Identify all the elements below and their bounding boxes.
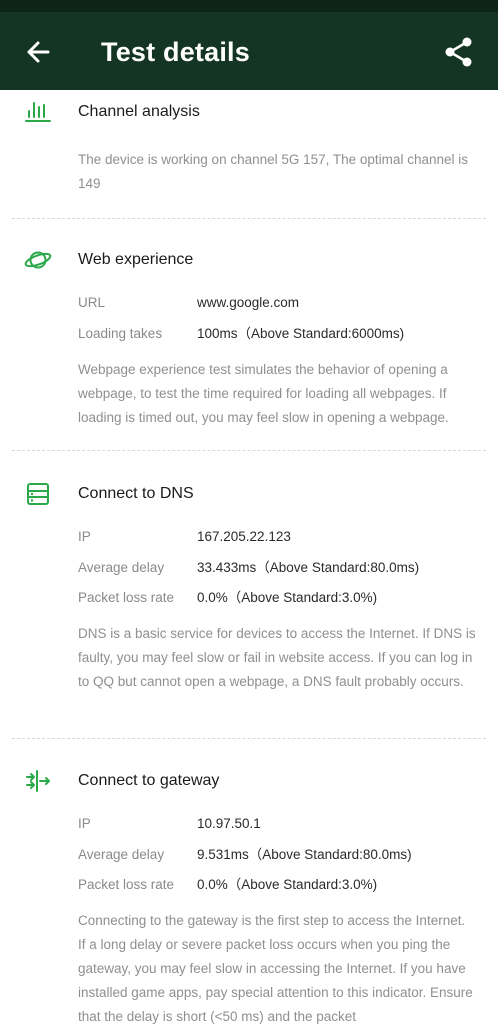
section-title: Web experience bbox=[78, 251, 194, 268]
page-title: Test details bbox=[101, 37, 250, 67]
info-value: 167.205.22.123 bbox=[197, 529, 291, 544]
info-value: 0.0%（Above Standard:3.0%) bbox=[197, 877, 378, 892]
info-value: 9.531ms（Above Standard:80.0ms) bbox=[197, 847, 412, 862]
bar-chart-icon bbox=[24, 100, 52, 124]
section-header-connect-to-gateway: Connect to gateway bbox=[0, 763, 498, 799]
info-label: Average delay bbox=[78, 560, 165, 575]
section-description: Connecting to the gateway is the first s… bbox=[78, 913, 473, 1024]
section-description: DNS is a basic service for devices to ac… bbox=[78, 626, 476, 689]
info-value: 0.0%（Above Standard:3.0%) bbox=[197, 590, 378, 605]
info-label: IP bbox=[78, 816, 91, 831]
info-value: 33.433ms（Above Standard:80.0ms) bbox=[197, 560, 420, 575]
info-label: Average delay bbox=[78, 847, 165, 862]
info-label: Loading takes bbox=[78, 326, 163, 341]
info-value: www.google.com bbox=[197, 295, 300, 310]
info-value: 10.97.50.1 bbox=[197, 816, 261, 831]
share-icon[interactable] bbox=[440, 34, 476, 70]
back-arrow-icon[interactable] bbox=[22, 34, 58, 70]
divider bbox=[12, 218, 486, 219]
info-label: Packet loss rate bbox=[78, 877, 175, 892]
section-title: Channel analysis bbox=[78, 103, 200, 120]
app-bar: Test details bbox=[0, 12, 498, 90]
info-label: Packet loss rate bbox=[78, 590, 175, 605]
section-header-connect-to-dns: Connect to DNS bbox=[0, 476, 498, 512]
status-bar bbox=[0, 0, 498, 12]
section-title: Connect to gateway bbox=[78, 772, 220, 789]
section-description: The device is working on channel 5G 157,… bbox=[78, 152, 468, 191]
divider bbox=[12, 738, 486, 739]
info-value: 100ms（Above Standard:6000ms) bbox=[197, 326, 405, 341]
section-header-channel-analysis: Channel analysis bbox=[0, 94, 498, 130]
section-title: Connect to DNS bbox=[78, 485, 194, 502]
info-label: URL bbox=[78, 295, 106, 310]
section-description: Webpage experience test simulates the be… bbox=[78, 362, 449, 425]
section-header-web-experience: Web experience bbox=[0, 242, 498, 278]
info-label: IP bbox=[78, 529, 91, 544]
divider bbox=[12, 450, 486, 451]
gateway-arrows-icon bbox=[24, 769, 52, 793]
server-icon bbox=[24, 482, 52, 506]
planet-icon bbox=[24, 248, 52, 272]
